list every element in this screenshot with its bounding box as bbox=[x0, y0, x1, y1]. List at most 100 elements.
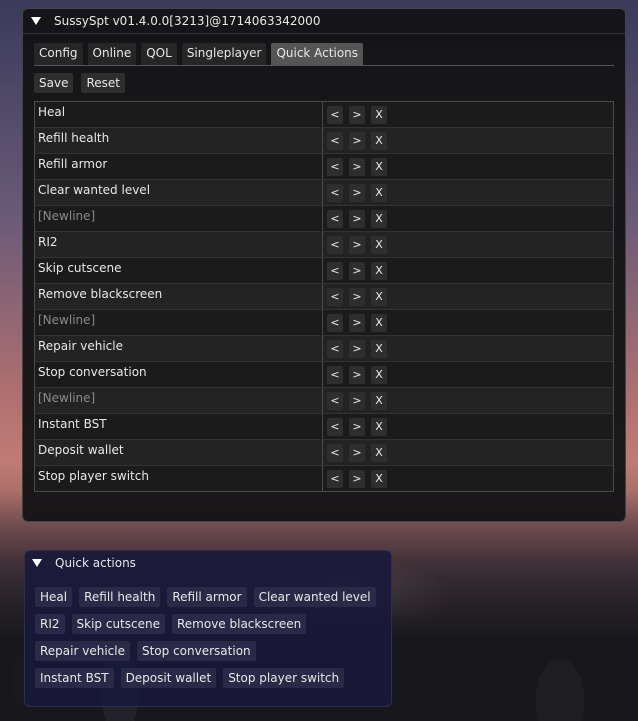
remove-button[interactable]: X bbox=[371, 339, 387, 358]
table-row: RI2 < > X bbox=[35, 232, 613, 258]
remove-button[interactable]: X bbox=[371, 417, 387, 436]
move-up-button[interactable]: < bbox=[327, 105, 343, 124]
move-up-button[interactable]: < bbox=[327, 209, 343, 228]
move-up-button[interactable]: < bbox=[327, 131, 343, 150]
row-controls: < > X bbox=[323, 284, 387, 309]
move-up-button[interactable]: < bbox=[327, 313, 343, 332]
table-row: [Newline] < > X bbox=[35, 206, 613, 232]
remove-button[interactable]: X bbox=[371, 105, 387, 124]
tab-bar: Config Online QOL Singleplayer Quick Act… bbox=[34, 43, 614, 66]
quick-action-button[interactable]: Deposit wallet bbox=[120, 668, 217, 688]
move-down-button[interactable]: > bbox=[349, 235, 365, 254]
remove-button[interactable]: X bbox=[371, 157, 387, 176]
quick-action-button[interactable]: RI2 bbox=[35, 614, 65, 634]
move-up-button[interactable]: < bbox=[327, 443, 343, 462]
quick-action-button[interactable]: Skip cutscene bbox=[71, 614, 165, 634]
quick-actions-window: Quick actions Heal Refill health Refill ar… bbox=[24, 550, 392, 707]
row-controls: < > X bbox=[323, 414, 387, 439]
quick-actions-row: Repair vehicle Stop conversation bbox=[35, 641, 376, 661]
quick-action-button[interactable]: Stop conversation bbox=[136, 641, 256, 661]
action-name: Skip cutscene bbox=[35, 258, 323, 283]
newline-label: [Newline] bbox=[35, 388, 323, 413]
quick-action-button[interactable]: Repair vehicle bbox=[35, 641, 130, 661]
reset-button[interactable]: Reset bbox=[81, 73, 125, 93]
quick-actions-title: Quick actions bbox=[55, 556, 136, 570]
move-down-button[interactable]: > bbox=[349, 417, 365, 436]
tab-config[interactable]: Config bbox=[34, 43, 83, 65]
quick-actions-table: Heal < > X Refill health < > X Refill armor < > X Cl… bbox=[34, 101, 614, 492]
remove-button[interactable]: X bbox=[371, 365, 387, 384]
remove-button[interactable]: X bbox=[371, 287, 387, 306]
action-name: Heal bbox=[35, 102, 323, 127]
remove-button[interactable]: X bbox=[371, 183, 387, 202]
remove-button[interactable]: X bbox=[371, 391, 387, 410]
move-down-button[interactable]: > bbox=[349, 287, 365, 306]
move-up-button[interactable]: < bbox=[327, 261, 343, 280]
move-down-button[interactable]: > bbox=[349, 339, 365, 358]
row-controls: < > X bbox=[323, 232, 387, 257]
move-down-button[interactable]: > bbox=[349, 209, 365, 228]
move-up-button[interactable]: < bbox=[327, 157, 343, 176]
move-down-button[interactable]: > bbox=[349, 183, 365, 202]
action-name: Stop player switch bbox=[35, 466, 323, 491]
move-up-button[interactable]: < bbox=[327, 183, 343, 202]
remove-button[interactable]: X bbox=[371, 443, 387, 462]
quick-action-button[interactable]: Refill health bbox=[79, 587, 161, 607]
move-down-button[interactable]: > bbox=[349, 391, 365, 410]
move-down-button[interactable]: > bbox=[349, 469, 365, 488]
quick-actions-row: RI2 Skip cutscene Remove blackscreen bbox=[35, 614, 376, 634]
move-down-button[interactable]: > bbox=[349, 443, 365, 462]
save-button[interactable]: Save bbox=[34, 73, 74, 93]
row-controls: < > X bbox=[323, 440, 387, 465]
row-controls: < > X bbox=[323, 310, 387, 335]
remove-button[interactable]: X bbox=[371, 261, 387, 280]
row-controls: < > X bbox=[323, 102, 387, 127]
move-up-button[interactable]: < bbox=[327, 469, 343, 488]
row-controls: < > X bbox=[323, 336, 387, 361]
tab-singleplayer[interactable]: Singleplayer bbox=[181, 43, 267, 65]
remove-button[interactable]: X bbox=[371, 235, 387, 254]
move-down-button[interactable]: > bbox=[349, 157, 365, 176]
quick-action-button[interactable]: Clear wanted level bbox=[253, 587, 376, 607]
action-name: Deposit wallet bbox=[35, 440, 323, 465]
move-down-button[interactable]: > bbox=[349, 105, 365, 124]
remove-button[interactable]: X bbox=[371, 131, 387, 150]
move-up-button[interactable]: < bbox=[327, 339, 343, 358]
row-controls: < > X bbox=[323, 206, 387, 231]
quick-action-button[interactable]: Stop player switch bbox=[223, 668, 345, 688]
tab-quick-actions[interactable]: Quick Actions bbox=[271, 43, 364, 65]
window-titlebar[interactable]: SussySpt v01.4.0.0[3213]@1714063342000 bbox=[23, 9, 625, 34]
move-up-button[interactable]: < bbox=[327, 235, 343, 254]
move-down-button[interactable]: > bbox=[349, 131, 365, 150]
action-name: Stop conversation bbox=[35, 362, 323, 387]
move-up-button[interactable]: < bbox=[327, 365, 343, 384]
action-name: Clear wanted level bbox=[35, 180, 323, 205]
quick-actions-row: Instant BST Deposit wallet Stop player swi… bbox=[35, 668, 376, 688]
table-row: Heal < > X bbox=[35, 102, 613, 128]
move-up-button[interactable]: < bbox=[327, 287, 343, 306]
remove-button[interactable]: X bbox=[371, 469, 387, 488]
move-up-button[interactable]: < bbox=[327, 391, 343, 410]
row-controls: < > X bbox=[323, 388, 387, 413]
move-down-button[interactable]: > bbox=[349, 313, 365, 332]
quick-actions-titlebar[interactable]: Quick actions bbox=[25, 551, 391, 575]
row-controls: < > X bbox=[323, 154, 387, 179]
table-row: Remove blackscreen < > X bbox=[35, 284, 613, 310]
quick-action-button[interactable]: Refill armor bbox=[167, 587, 247, 607]
action-name: Refill armor bbox=[35, 154, 323, 179]
tab-online[interactable]: Online bbox=[87, 43, 137, 65]
move-up-button[interactable]: < bbox=[327, 417, 343, 436]
tab-qol[interactable]: QOL bbox=[141, 43, 177, 65]
move-down-button[interactable]: > bbox=[349, 365, 365, 384]
quick-action-button[interactable]: Instant BST bbox=[35, 668, 114, 688]
collapse-triangle-icon[interactable] bbox=[31, 17, 41, 25]
table-row: Instant BST < > X bbox=[35, 414, 613, 440]
move-down-button[interactable]: > bbox=[349, 261, 365, 280]
table-row: Refill armor < > X bbox=[35, 154, 613, 180]
remove-button[interactable]: X bbox=[371, 209, 387, 228]
remove-button[interactable]: X bbox=[371, 313, 387, 332]
table-row: [Newline] < > X bbox=[35, 310, 613, 336]
collapse-triangle-icon[interactable] bbox=[32, 559, 42, 567]
quick-action-button[interactable]: Remove blackscreen bbox=[171, 614, 307, 634]
quick-action-button[interactable]: Heal bbox=[35, 587, 73, 607]
